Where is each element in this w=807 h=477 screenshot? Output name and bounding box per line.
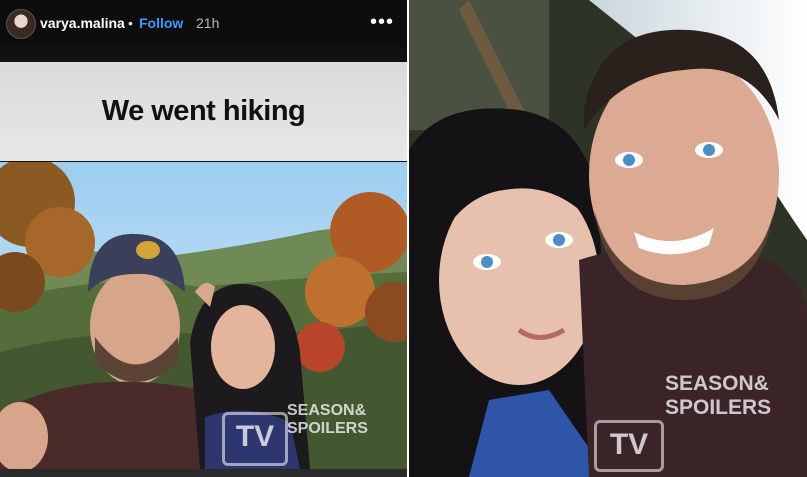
waterfall-selfie-photo: TV SEASON& SPOILERS — [409, 0, 807, 477]
watermark-logo: TV — [594, 420, 664, 472]
story-caption-bar: We went hiking — [0, 62, 407, 161]
watermark-line1: SEASON& — [287, 402, 367, 419]
hiking-selfie-photo: TV SEASON& SPOILERS — [0, 162, 407, 469]
follow-button[interactable]: Follow — [139, 15, 183, 31]
story-header: varya.malina • Follow 21h ••• — [0, 0, 407, 46]
post-time: 21h — [196, 15, 220, 31]
watermark-line1: SEASON& — [665, 372, 769, 395]
watermark-text: SEASON& SPOILERS — [665, 372, 771, 420]
watermark-line2: SPOILERS — [665, 396, 772, 419]
watermark-text: SEASON& SPOILERS — [287, 402, 368, 438]
story-caption: We went hiking — [101, 95, 306, 127]
watermark-line2: SPOILERS — [287, 420, 368, 437]
watermark-logo: TV — [222, 412, 288, 466]
more-options-icon[interactable]: ••• — [370, 11, 394, 34]
story-bottom-strip — [0, 469, 407, 477]
separator-dot: • — [128, 15, 133, 31]
instagram-story-screenshot: varya.malina • Follow 21h ••• We went hi… — [0, 0, 407, 477]
user-avatar[interactable] — [6, 9, 36, 39]
username[interactable]: varya.malina — [40, 15, 125, 31]
